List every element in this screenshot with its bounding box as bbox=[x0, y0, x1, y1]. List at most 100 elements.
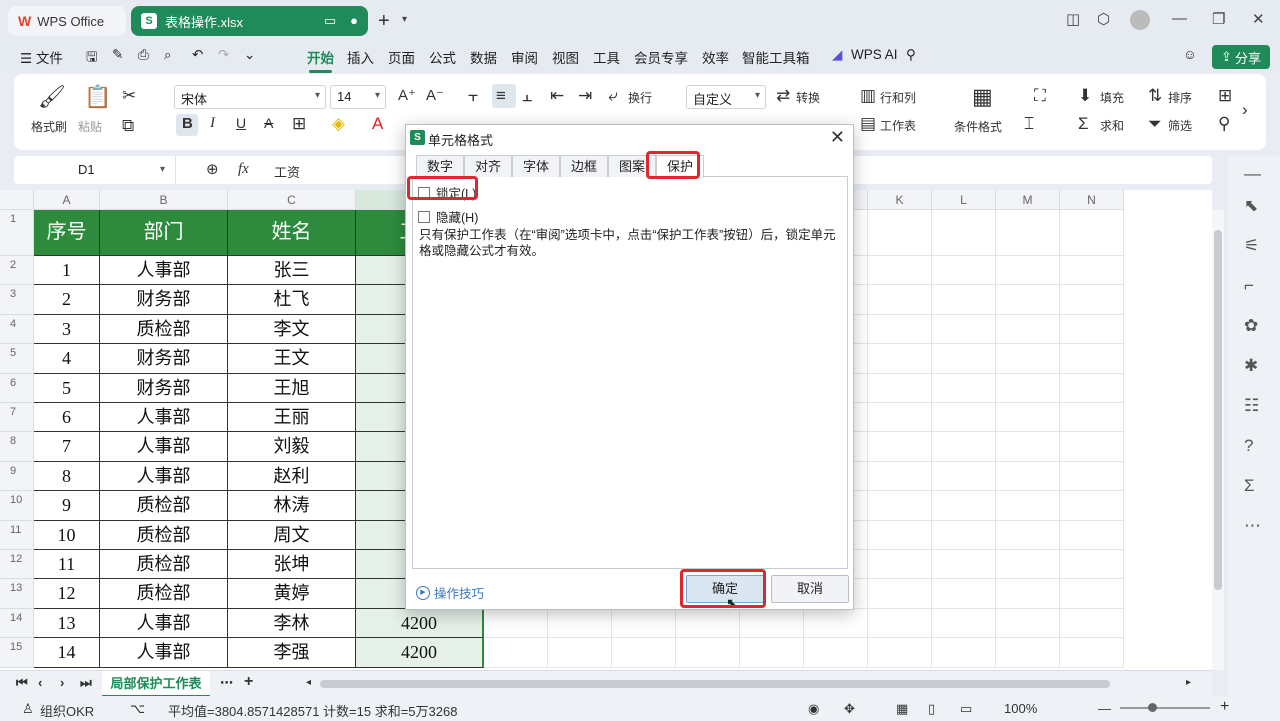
zoom-level[interactable]: 100% bbox=[1004, 701, 1037, 716]
style-icon[interactable]: ✿ bbox=[1244, 316, 1258, 336]
tab-protection[interactable]: 保护 bbox=[656, 155, 704, 178]
cell[interactable] bbox=[932, 432, 996, 462]
conditional-format-icon[interactable]: ▦ bbox=[972, 84, 993, 110]
data-cell[interactable]: 人事部 bbox=[100, 403, 228, 433]
fill-icon[interactable]: ⬇ bbox=[1078, 86, 1092, 106]
menu-tools[interactable]: 工具 bbox=[593, 47, 620, 67]
bold-icon[interactable]: B bbox=[182, 115, 193, 132]
column-header[interactable]: M bbox=[996, 190, 1060, 210]
settings-sliders-icon[interactable]: ⚟ bbox=[1244, 236, 1259, 256]
name-box[interactable]: D1 ▾ bbox=[14, 156, 176, 184]
share-button[interactable]: ⇪ 分享 bbox=[1212, 45, 1270, 69]
header-cell[interactable]: 部门 bbox=[100, 210, 228, 256]
cell[interactable] bbox=[996, 256, 1060, 286]
cell[interactable] bbox=[868, 608, 932, 639]
data-cell[interactable]: 质检部 bbox=[100, 314, 228, 345]
macro-icon[interactable]: ⌥ bbox=[130, 701, 145, 717]
cell[interactable] bbox=[868, 638, 932, 668]
cell[interactable] bbox=[1060, 550, 1124, 580]
screen-icon[interactable]: ▭ bbox=[324, 13, 336, 29]
cell[interactable] bbox=[1060, 520, 1124, 550]
cell[interactable] bbox=[996, 638, 1060, 668]
table-icon[interactable]: ⊞ bbox=[1218, 86, 1232, 106]
paste-icon[interactable]: 📋 bbox=[84, 84, 111, 110]
scroll-right-icon[interactable]: ▸ bbox=[1186, 677, 1191, 688]
row-header[interactable]: 5 bbox=[0, 344, 34, 374]
row-col-icon[interactable]: ▥ bbox=[860, 86, 876, 106]
cell[interactable] bbox=[868, 550, 932, 580]
cut-icon[interactable]: ✂ bbox=[122, 86, 136, 106]
number-format-select[interactable]: 自定义 ▾ bbox=[686, 85, 766, 109]
tab-pattern[interactable]: 图案 bbox=[608, 155, 656, 177]
format-painter-button[interactable]: 格式刷 bbox=[31, 118, 67, 135]
cell[interactable] bbox=[1060, 373, 1124, 403]
data-cell[interactable]: 人事部 bbox=[100, 256, 228, 286]
data-cell[interactable]: 财务部 bbox=[100, 373, 228, 403]
data-cell[interactable]: 4200 bbox=[356, 638, 484, 668]
data-cell[interactable]: 刘毅 bbox=[228, 432, 356, 462]
cell-style-icon[interactable]: ⛶ bbox=[1034, 86, 1046, 106]
tools-icon[interactable]: ✱ bbox=[1244, 356, 1258, 376]
cell[interactable] bbox=[1060, 461, 1124, 492]
tab-wps-office[interactable]: W WPS Office bbox=[8, 6, 126, 36]
data-cell[interactable]: 2 bbox=[34, 285, 100, 315]
row-header[interactable]: 10 bbox=[0, 491, 34, 521]
next-sheet-icon[interactable]: › bbox=[60, 675, 64, 690]
save-icon[interactable]: 🖫 bbox=[86, 47, 98, 70]
cell[interactable] bbox=[996, 373, 1060, 403]
row-header[interactable]: 1 bbox=[0, 210, 34, 256]
tab-font[interactable]: 字体 bbox=[512, 155, 560, 177]
help-icon[interactable]: ? bbox=[1244, 436, 1253, 456]
restore-icon[interactable]: ❐ bbox=[1212, 10, 1225, 28]
more-icon[interactable]: ⋯ bbox=[1244, 516, 1261, 536]
cell[interactable] bbox=[996, 344, 1060, 374]
menu-wps-ai[interactable]: WPS AI bbox=[851, 47, 898, 62]
cell[interactable] bbox=[932, 638, 996, 668]
cell[interactable] bbox=[996, 550, 1060, 580]
vertical-scrollbar[interactable] bbox=[1212, 210, 1224, 670]
data-cell[interactable]: 人事部 bbox=[100, 638, 228, 668]
page-layout-icon[interactable]: ▯ bbox=[928, 701, 935, 717]
sum-icon[interactable]: Σ bbox=[1078, 114, 1089, 134]
page-break-icon[interactable]: ▭ bbox=[960, 701, 972, 717]
column-header[interactable]: L bbox=[932, 190, 996, 210]
row-header[interactable]: 4 bbox=[0, 314, 34, 345]
row-header[interactable]: 6 bbox=[0, 373, 34, 403]
data-cell[interactable]: 王丽 bbox=[228, 403, 356, 433]
cell[interactable] bbox=[932, 491, 996, 521]
cell[interactable] bbox=[1060, 256, 1124, 286]
fill-color-icon[interactable]: ◈ bbox=[332, 114, 345, 134]
cell[interactable] bbox=[1060, 432, 1124, 462]
increase-font-icon[interactable]: A⁺ bbox=[398, 86, 416, 104]
cell[interactable] bbox=[996, 314, 1060, 345]
menu-view[interactable]: 视图 bbox=[552, 47, 579, 67]
cell[interactable] bbox=[1060, 314, 1124, 345]
menu-file[interactable]: ☰ 文件 bbox=[20, 47, 63, 67]
more-sheets-icon[interactable]: ⋯ bbox=[220, 675, 233, 691]
undo-icon[interactable]: ↶ bbox=[192, 47, 203, 63]
cell[interactable] bbox=[1060, 491, 1124, 521]
data-cell[interactable]: 黄婷 bbox=[228, 579, 356, 609]
menu-member[interactable]: 会员专享 bbox=[634, 47, 688, 67]
tab-alignment[interactable]: 对齐 bbox=[464, 155, 512, 177]
column-header[interactable]: A bbox=[34, 190, 100, 210]
vertical-scroll-thumb[interactable] bbox=[1214, 230, 1222, 590]
cell[interactable] bbox=[676, 638, 740, 668]
hide-checkbox-box[interactable] bbox=[418, 210, 430, 223]
cell[interactable] bbox=[996, 520, 1060, 550]
more-chevron-icon[interactable]: ⌄ bbox=[244, 47, 255, 63]
row-header[interactable]: 12 bbox=[0, 550, 34, 580]
cell[interactable] bbox=[932, 314, 996, 345]
font-color-icon[interactable]: A bbox=[372, 114, 383, 134]
data-cell[interactable]: 质检部 bbox=[100, 579, 228, 609]
indent-increase-icon[interactable]: ⇥ bbox=[578, 86, 592, 106]
cancel-button[interactable]: 取消 bbox=[771, 575, 849, 603]
align-bottom-icon[interactable]: ⫠ bbox=[522, 86, 532, 106]
avatar[interactable] bbox=[1130, 10, 1150, 30]
minimize-icon[interactable]: — bbox=[1172, 10, 1187, 27]
close-icon[interactable]: ✕ bbox=[830, 127, 845, 148]
print-preview-icon[interactable]: ⌕ bbox=[164, 47, 172, 63]
crop-icon[interactable]: ⌐ bbox=[1244, 276, 1254, 296]
row-header[interactable]: 8 bbox=[0, 432, 34, 462]
menu-data[interactable]: 数据 bbox=[470, 47, 497, 67]
